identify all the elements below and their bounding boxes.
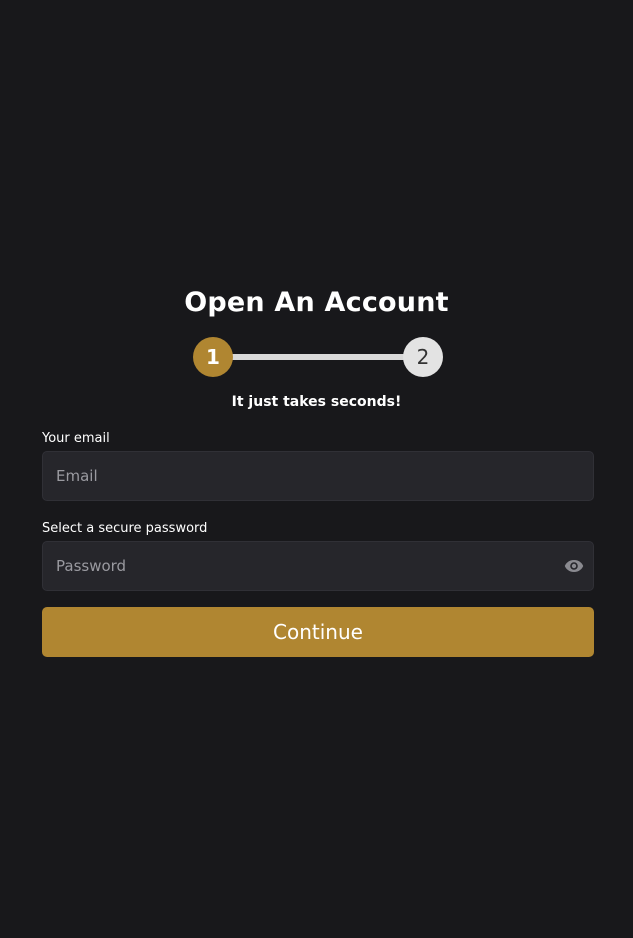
- page-subtitle: It just takes seconds!: [231, 394, 402, 410]
- password-field[interactable]: [56, 542, 556, 590]
- step-2-indicator: 2: [403, 337, 443, 377]
- email-label: Your email: [42, 431, 110, 446]
- password-field-container: [42, 541, 594, 591]
- stepper-track: [213, 354, 423, 360]
- page-title: Open An Account: [184, 287, 449, 318]
- continue-button[interactable]: Continue: [42, 607, 594, 657]
- signup-page: Open An Account 1 2 It just takes second…: [0, 0, 633, 938]
- progress-stepper: 1 2: [193, 337, 443, 377]
- step-1-indicator: 1: [193, 337, 233, 377]
- email-field-container: [42, 451, 594, 501]
- email-field[interactable]: [56, 452, 556, 500]
- password-label: Select a secure password: [42, 521, 208, 536]
- eye-icon[interactable]: [564, 557, 584, 575]
